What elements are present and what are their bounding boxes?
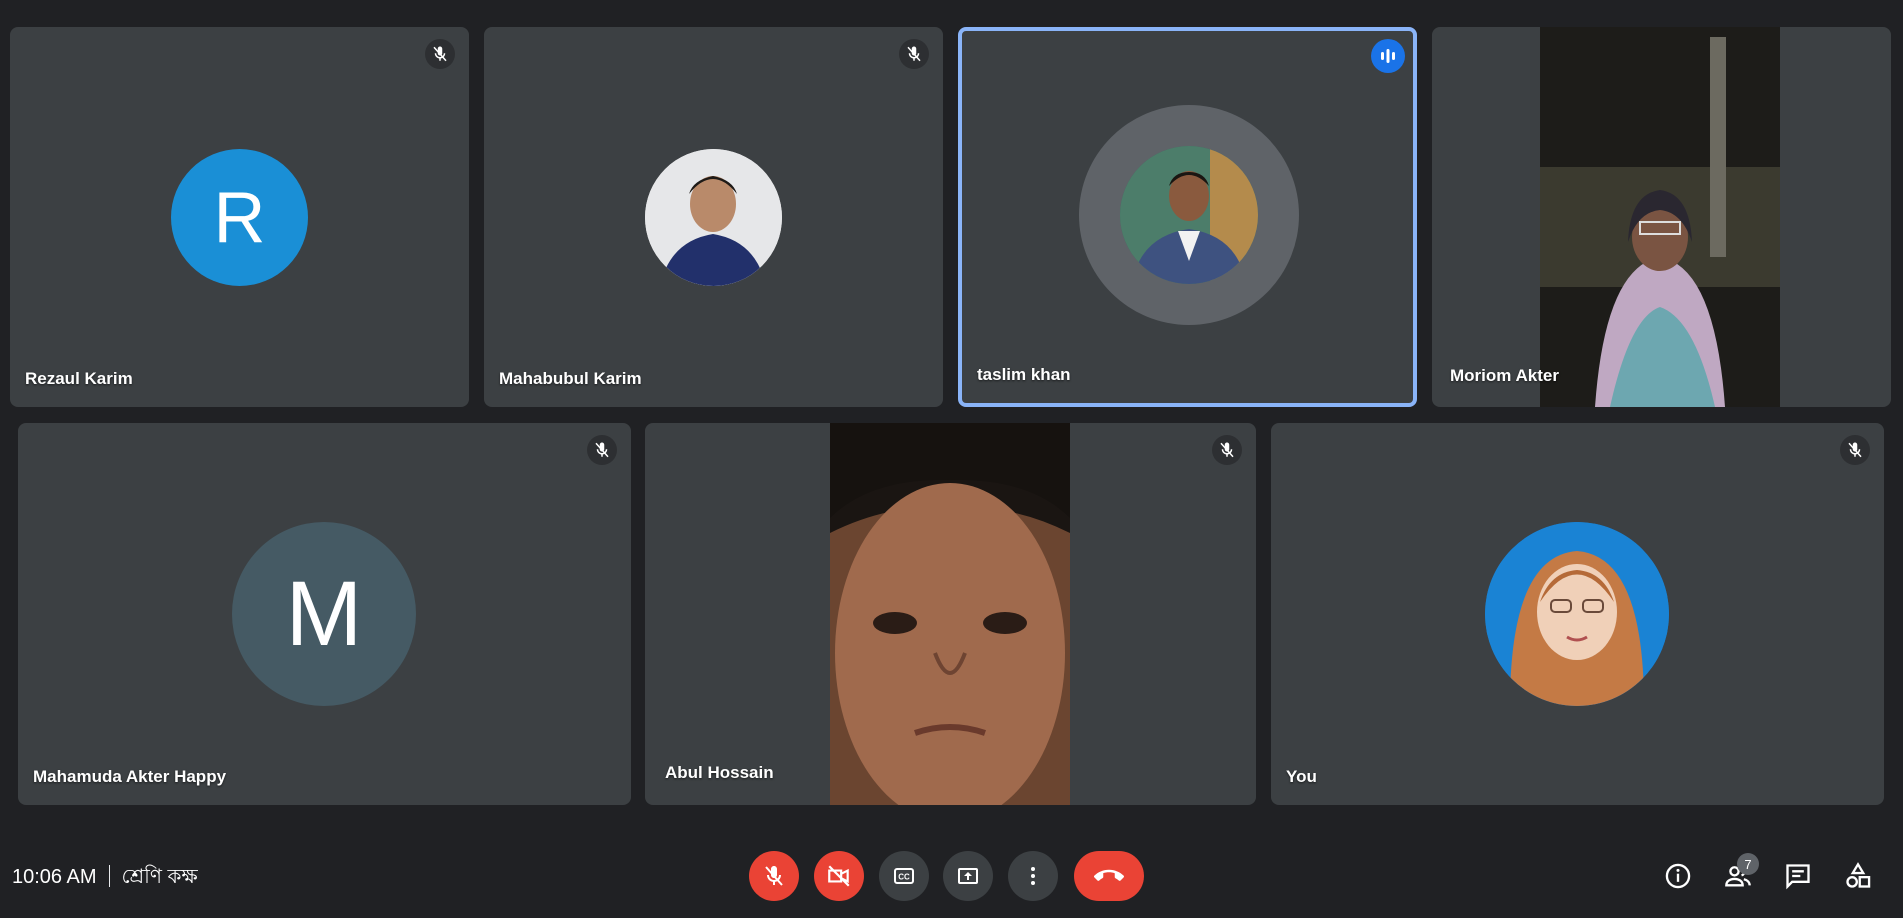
speaking-indicator-icon [1371, 39, 1405, 73]
info-icon [1665, 863, 1691, 889]
divider [108, 865, 110, 887]
participant-name: Moriom Akter [1450, 366, 1559, 385]
participant-name: Mahabubul Karim [499, 369, 642, 388]
participant-tile-taslim-khan[interactable]: taslim khan [958, 27, 1417, 407]
activities-icon [1846, 862, 1871, 888]
profile-photo [1120, 146, 1258, 284]
mic-toggle-button[interactable] [749, 851, 799, 901]
participant-tile-rezaul-karim[interactable]: R Rezaul Karim [10, 27, 469, 407]
present-now-button[interactable] [943, 851, 993, 901]
participant-tile-moriom-akter[interactable]: Moriom Akter [1432, 27, 1891, 407]
mic-off-icon [765, 866, 783, 886]
svg-text:CC: CC [898, 873, 910, 882]
avatar-letter: M [285, 562, 363, 665]
participant-video [1540, 27, 1780, 407]
participant-name: Rezaul Karim [25, 369, 133, 388]
profile-photo [1485, 522, 1669, 706]
participant-name: You [1286, 767, 1317, 786]
mic-off-icon [425, 39, 455, 69]
meeting-title: শ্রেণি কক্ষ [121, 866, 198, 888]
participant-name: taslim khan [977, 365, 1071, 384]
chat-icon [1786, 864, 1810, 890]
participant-tile-mahamuda-akter-happy[interactable]: M Mahamuda Akter Happy [18, 423, 631, 805]
avatar: M [232, 522, 416, 706]
people-button[interactable]: 7 [1719, 853, 1759, 895]
captions-icon: CC [894, 868, 914, 884]
mic-off-icon [1840, 435, 1870, 465]
participant-name: Abul Hossain [665, 763, 774, 782]
camera-toggle-button[interactable] [814, 851, 864, 901]
meeting-info: 10:06 AM শ্রেণি কক্ষ [12, 862, 198, 895]
participant-tile-abul-hossain[interactable]: Abul Hossain [645, 423, 1256, 805]
call-end-icon [1094, 869, 1124, 881]
participant-name: Mahamuda Akter Happy [33, 767, 227, 786]
videocam-off-icon [828, 865, 850, 887]
participant-video [830, 423, 1070, 805]
participant-tile-mahabubul-karim[interactable]: Mahabubul Karim [484, 27, 943, 407]
chat-button[interactable] [1779, 857, 1817, 895]
profile-photo [645, 149, 782, 286]
meeting-details-button[interactable] [1659, 857, 1697, 895]
more-vert-icon [1031, 867, 1035, 885]
participant-tile-you[interactable]: You [1271, 423, 1884, 805]
activities-button[interactable] [1839, 857, 1877, 895]
mic-off-icon [899, 39, 929, 69]
avatar: R [171, 149, 308, 286]
clock-time: 10:06 AM [12, 866, 97, 888]
present-icon [958, 868, 978, 884]
captions-button[interactable]: CC [879, 851, 929, 901]
leave-call-button[interactable] [1074, 851, 1144, 901]
participant-count-badge: 7 [1737, 853, 1759, 875]
avatar-letter: R [213, 177, 266, 258]
more-options-button[interactable] [1008, 851, 1058, 901]
mic-off-icon [1212, 435, 1242, 465]
mic-off-icon [587, 435, 617, 465]
